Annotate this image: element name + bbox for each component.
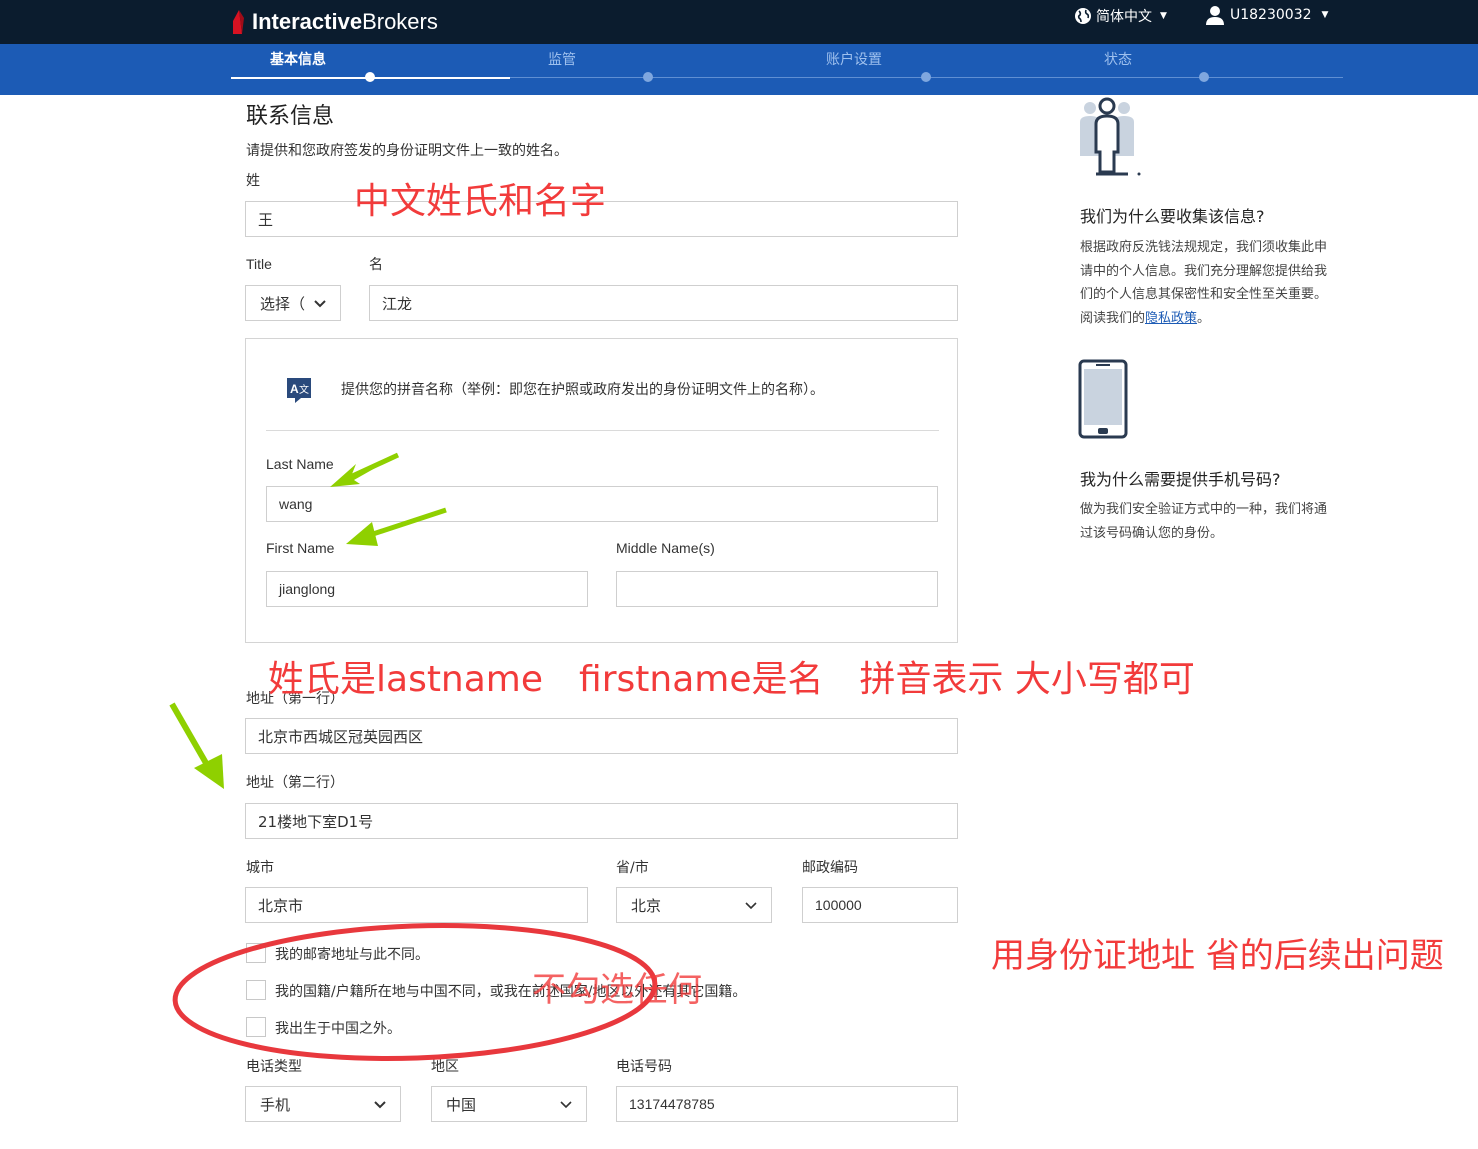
phone-number-value: 13174478785 — [629, 1096, 715, 1112]
province-select-value: 北京 — [631, 896, 662, 915]
progress-steps: 基本信息 监管 账户设置 状态 — [0, 44, 1478, 95]
step-label: 监管 — [548, 52, 576, 68]
people-icon — [1080, 97, 1141, 176]
postal-code-input[interactable]: 100000 — [802, 887, 958, 923]
step-label: 状态 — [1104, 52, 1132, 68]
province-select[interactable]: 北京 — [616, 887, 772, 923]
caret-down-icon: ▼ — [1321, 10, 1329, 20]
privacy-policy-link[interactable]: 隐私政策 — [1145, 311, 1197, 326]
address-line2-label: 地址（第二行） — [246, 775, 344, 791]
address-line2-value: 21楼地下室D1号 — [258, 812, 374, 831]
interactive-brokers-logo[interactable]: Interactive Brokers — [230, 6, 438, 38]
title-label: Title — [246, 256, 272, 272]
mobile-phone-icon — [1078, 359, 1128, 439]
step-dot — [1199, 72, 1209, 82]
svg-text:文: 文 — [299, 383, 309, 396]
globe-icon — [1075, 8, 1091, 24]
help-q1-end: 。 — [1197, 310, 1211, 326]
postal-code-label: 邮政编码 — [802, 860, 858, 876]
address-line1-input[interactable]: 北京市西城区冠英园西区 — [245, 718, 958, 754]
step-dot — [365, 72, 375, 82]
help-q1-title: 我们为什么要收集该信息? — [1080, 207, 1265, 226]
first-name-input[interactable]: jianglong — [266, 571, 588, 607]
chevron-down-icon — [745, 902, 757, 910]
language-label: 简体中文 — [1096, 9, 1152, 25]
surname-label: 姓 — [246, 173, 260, 189]
last-name-value: wang — [279, 496, 313, 512]
help-q2-title: 我为什么需要提供手机号码? — [1080, 470, 1281, 489]
annotation-do-not-check: 不勾选任何 — [532, 970, 702, 1010]
checkbox-mailing-address-label: 我的邮寄地址与此不同。 — [275, 947, 429, 963]
phone-type-label: 电话类型 — [246, 1059, 302, 1075]
step-dot — [643, 72, 653, 82]
divider — [266, 430, 939, 431]
phone-number-label: 电话号码 — [616, 1059, 672, 1075]
given-name-label: 名 — [369, 257, 383, 273]
svg-text:A: A — [290, 382, 299, 396]
account-id: U18230032 — [1230, 7, 1312, 23]
phone-number-input[interactable]: 13174478785 — [616, 1086, 958, 1122]
title-select[interactable]: 选择（ — [245, 285, 341, 321]
last-name-input[interactable]: wang — [266, 486, 938, 522]
help-q2-text: 做为我们安全验证方式中的一种，我们将通过该号码确认您的身份。 — [1080, 502, 1328, 541]
section-note: 请提供和您政府签发的身份证明文件上一致的姓名。 — [246, 143, 568, 159]
last-name-label: Last Name — [266, 456, 334, 472]
account-menu[interactable]: U18230032 ▼ — [1206, 5, 1328, 25]
first-name-label: First Name — [266, 540, 335, 556]
chevron-down-icon — [314, 300, 326, 308]
city-input[interactable]: 北京市 — [245, 887, 588, 923]
surname-value: 王 — [258, 210, 274, 229]
translate-icon: A 文 — [287, 378, 311, 403]
address-line1-value: 北京市西城区冠英园西区 — [258, 727, 424, 746]
checkbox-born-abroad[interactable] — [246, 1017, 266, 1037]
postal-code-value: 100000 — [815, 897, 862, 913]
ib-logo-icon — [233, 10, 244, 34]
given-name-input[interactable]: 江龙 — [369, 285, 958, 321]
annotation-pinyin-explanation: 姓氏是lastname firstname是名 拼音表示 大小写都可 — [268, 659, 1195, 700]
brand-name-bold: Interactive — [252, 9, 363, 34]
annotation-use-id-address: 用身份证地址 省的后续出问题 — [991, 936, 1444, 976]
given-name-value: 江龙 — [382, 294, 413, 313]
middle-name-input[interactable] — [616, 571, 938, 607]
address-line2-input[interactable]: 21楼地下室D1号 — [245, 803, 958, 839]
help-q1-text: 根据政府反洗钱法规规定，我们须收集此申请中的个人信息。我们充分理解您提供给我们的… — [1080, 236, 1332, 330]
brand-name-rest: Brokers — [362, 9, 438, 34]
step-dot — [921, 72, 931, 82]
province-label: 省/市 — [616, 860, 649, 876]
checkbox-mailing-address[interactable] — [246, 943, 266, 963]
annotation-chinese-name: 中文姓氏和名字 — [354, 181, 607, 222]
checkbox-nationality[interactable] — [246, 980, 266, 1000]
pinyin-instructions: 提供您的拼音名称（举例：即您在护照或政府发出的身份证明文件上的名称）。 — [341, 382, 824, 398]
region-select[interactable]: 中国 — [431, 1086, 587, 1122]
top-navigation-bar: Interactive Brokers 简体中文 ▼ U18230032 ▼ — [0, 0, 1478, 44]
middle-name-label: Middle Name(s) — [616, 540, 715, 556]
language-selector[interactable]: 简体中文 ▼ — [1074, 6, 1167, 26]
caret-down-icon: ▼ — [1160, 11, 1167, 21]
step-label: 基本信息 — [270, 52, 326, 68]
user-icon — [1206, 6, 1224, 25]
phone-type-value: 手机 — [260, 1095, 291, 1114]
region-label: 地区 — [431, 1059, 459, 1075]
green-arrow-icon — [169, 702, 224, 789]
step-label: 账户设置 — [826, 52, 882, 68]
title-select-value: 选择（ — [260, 294, 306, 313]
city-label: 城市 — [246, 860, 274, 876]
phone-type-select[interactable]: 手机 — [245, 1086, 401, 1122]
chevron-down-icon — [374, 1101, 386, 1109]
checkbox-born-abroad-label: 我出生于中国之外。 — [275, 1021, 401, 1037]
first-name-value: jianglong — [279, 581, 336, 597]
chevron-down-icon — [560, 1101, 572, 1109]
section-title: 联系信息 — [246, 104, 335, 129]
region-value: 中国 — [446, 1095, 477, 1114]
city-value: 北京市 — [258, 896, 304, 915]
